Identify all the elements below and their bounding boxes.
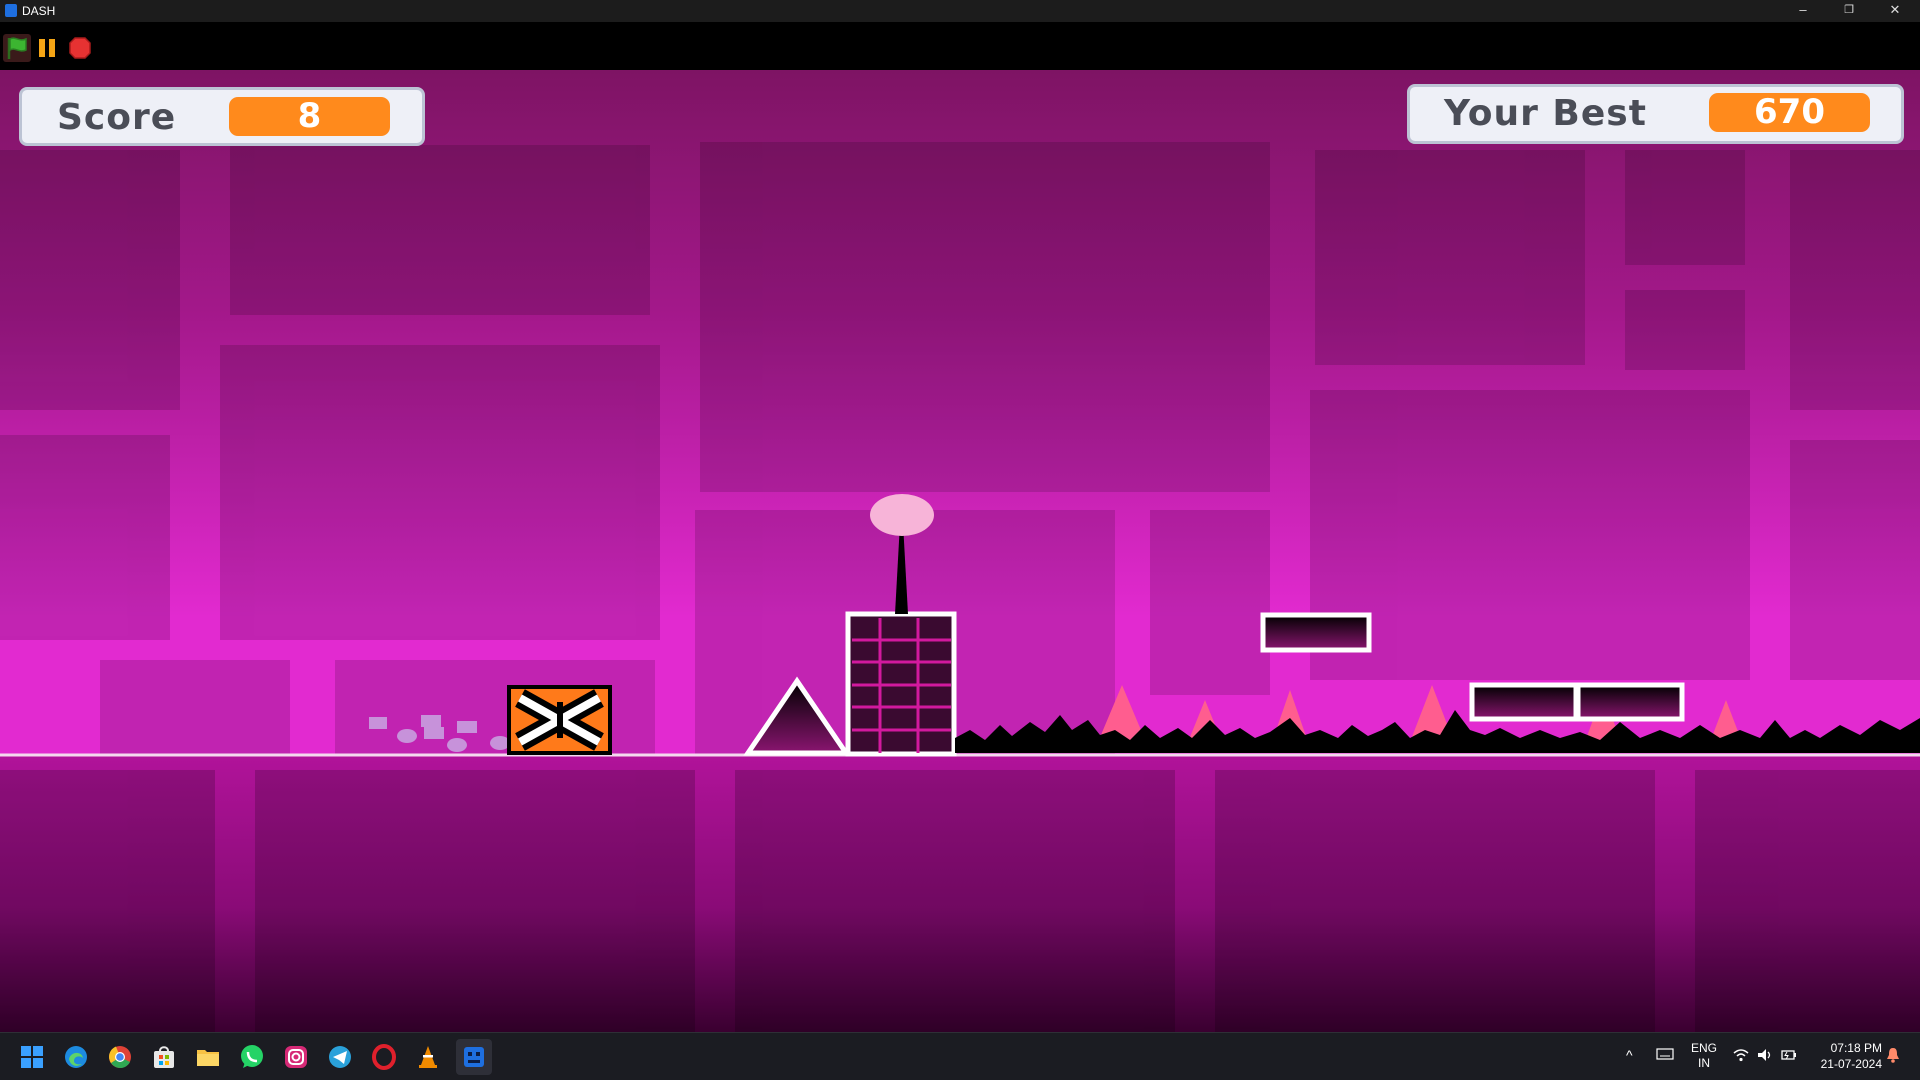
pause-icon[interactable]: [36, 36, 60, 60]
edge-icon[interactable]: [62, 1043, 90, 1071]
player-toolbar: [0, 22, 1920, 70]
store-icon[interactable]: [150, 1043, 178, 1071]
minimize-button[interactable]: –: [1780, 0, 1826, 22]
jump-orb: [870, 494, 934, 536]
score-label: Score: [57, 97, 177, 138]
chevron-up-icon[interactable]: ^: [1626, 1047, 1633, 1063]
green-flag-icon[interactable]: [3, 34, 31, 62]
opera-icon[interactable]: [370, 1043, 398, 1071]
notification-bell-icon[interactable]: [1885, 1046, 1901, 1067]
floating-slab: [1260, 612, 1372, 653]
score-value: 8: [229, 97, 390, 136]
game-scene: [0, 70, 1920, 1032]
close-button[interactable]: ✕: [1872, 0, 1918, 22]
windows-start-icon[interactable]: [18, 1043, 46, 1071]
file-explorer-icon[interactable]: [194, 1043, 222, 1071]
restore-button[interactable]: ❐: [1826, 0, 1872, 22]
window-title-bar: DASH – ❐ ✕: [0, 0, 1920, 22]
language-code: ENG: [1690, 1041, 1717, 1055]
clock[interactable]: 07:18 PM 21-07-2024: [1812, 1040, 1882, 1072]
player-cube: [507, 685, 612, 755]
battery-icon[interactable]: [1780, 1047, 1798, 1066]
vlc-icon[interactable]: [414, 1043, 442, 1071]
grid-tower: [845, 611, 957, 757]
chrome-icon[interactable]: [106, 1043, 134, 1071]
volume-icon[interactable]: [1756, 1047, 1774, 1066]
app-icon: [5, 4, 17, 17]
keyboard-icon[interactable]: [1656, 1047, 1674, 1064]
clock-date: 21-07-2024: [1820, 1057, 1882, 1071]
best-score-value: 670: [1709, 93, 1870, 132]
region-code: IN: [1698, 1056, 1710, 1070]
telegram-icon[interactable]: [326, 1043, 354, 1071]
clock-time: 07:18 PM: [1830, 1041, 1882, 1055]
stop-icon[interactable]: [68, 36, 92, 60]
whatsapp-icon[interactable]: [238, 1043, 266, 1071]
taskbar: ^ ENG IN 07:18 PM 21-07-2024: [0, 1032, 1920, 1080]
best-score-panel: Your Best 670: [1407, 84, 1904, 144]
ground-panels: [0, 770, 1920, 1032]
double-slab: [1469, 682, 1685, 722]
instagram-icon[interactable]: [282, 1043, 310, 1071]
window-title: DASH: [22, 4, 56, 18]
score-panel: Score 8: [19, 87, 425, 146]
wifi-icon[interactable]: [1732, 1047, 1750, 1066]
language-indicator[interactable]: ENG IN: [1690, 1041, 1718, 1071]
best-score-label: Your Best: [1444, 93, 1647, 134]
game-stage[interactable]: Score 8 Your Best 670: [0, 70, 1920, 1032]
dash-game-icon[interactable]: [456, 1039, 492, 1075]
